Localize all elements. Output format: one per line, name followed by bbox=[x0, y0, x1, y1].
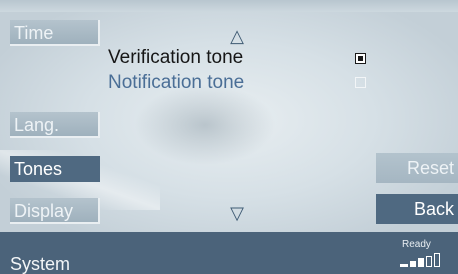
scroll-down-arrow-icon[interactable]: ▽ bbox=[228, 204, 246, 222]
sidebar-item-label: Display bbox=[14, 201, 74, 221]
sidebar-item-lang[interactable]: Lang. bbox=[10, 112, 100, 138]
sidebar-item-label: Lang. bbox=[14, 115, 60, 135]
reset-button-label: Reset bbox=[406, 158, 454, 178]
verification-tone-checkbox[interactable] bbox=[355, 53, 366, 64]
back-button-label: Back bbox=[413, 199, 454, 219]
sidebar-item-tones[interactable]: Tones bbox=[10, 156, 100, 182]
sidebar-item-display[interactable]: Display bbox=[10, 198, 100, 224]
reset-button[interactable]: Reset bbox=[376, 153, 458, 183]
status-bar: System Ready bbox=[0, 232, 458, 274]
option-verification-tone[interactable]: Verification tone bbox=[108, 47, 243, 69]
status-ready-label: Ready bbox=[402, 239, 431, 250]
sidebar-item-label: Tones bbox=[14, 159, 63, 179]
sidebar-item-label: Time bbox=[14, 23, 54, 43]
status-title: System bbox=[10, 254, 71, 274]
scroll-up-arrow-icon[interactable]: △ bbox=[228, 27, 246, 45]
back-button[interactable]: Back bbox=[376, 194, 458, 224]
notification-tone-checkbox[interactable] bbox=[355, 77, 366, 88]
option-notification-tone[interactable]: Notification tone bbox=[108, 72, 244, 94]
sidebar-item-time[interactable]: Time bbox=[10, 20, 100, 46]
top-strip bbox=[0, 0, 458, 12]
signal-strength-icon bbox=[400, 253, 456, 267]
